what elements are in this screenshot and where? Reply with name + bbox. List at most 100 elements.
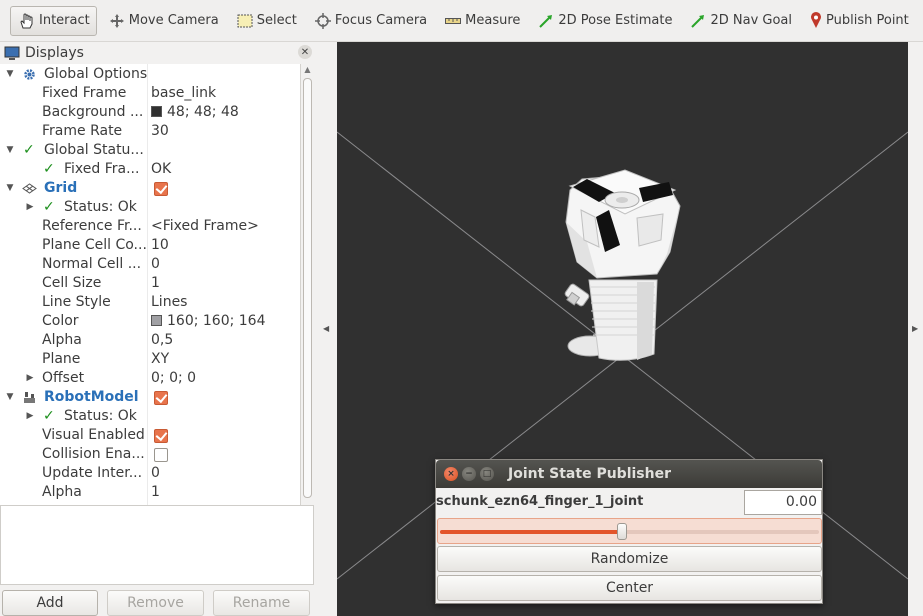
scrollbar-thumb[interactable]: [303, 78, 312, 498]
tool-interact[interactable]: Interact: [10, 5, 97, 36]
property-label: Cell Size: [42, 275, 102, 291]
collapse-arrow-icon[interactable]: ▶: [24, 198, 36, 217]
expand-arrow-icon[interactable]: ▼: [4, 65, 16, 84]
randomize-button[interactable]: Randomize: [437, 546, 822, 572]
tree-scrollbar[interactable]: ▲ ▼: [300, 64, 314, 542]
minimize-icon[interactable]: −: [462, 467, 476, 481]
move-arrows-icon: [109, 13, 124, 28]
tree-row-reference-frame[interactable]: Reference Fr... <Fixed Frame>: [0, 217, 300, 236]
rename-button[interactable]: Rename: [213, 590, 310, 616]
robot-icon: [24, 392, 35, 403]
property-value[interactable]: 48; 48; 48: [151, 103, 239, 122]
tree-row-alpha[interactable]: Alpha 0,5: [0, 331, 300, 350]
joint-slider[interactable]: [437, 518, 822, 544]
tool-focus-camera-label: Focus Camera: [334, 13, 428, 28]
close-icon[interactable]: ✕: [298, 45, 312, 59]
property-value[interactable]: 30: [151, 122, 169, 141]
property-value: OK: [151, 161, 172, 177]
tree-row-global-options[interactable]: ▼ Global Options: [0, 65, 300, 84]
close-icon[interactable]: ×: [444, 467, 458, 481]
property-value[interactable]: 160; 160; 164: [151, 312, 266, 331]
property-value[interactable]: XY: [151, 350, 169, 369]
tool-measure-label: Measure: [465, 13, 521, 28]
expand-right-icon[interactable]: ▶: [912, 324, 918, 333]
tree-row-plane-cell-count[interactable]: Plane Cell Co... 10: [0, 236, 300, 255]
gear-icon: [24, 69, 35, 80]
property-value[interactable]: Lines: [151, 293, 187, 312]
tree-row-fixed-frame[interactable]: Fixed Frame base_link: [0, 84, 300, 103]
tree-row-color[interactable]: Color 160; 160; 164: [0, 312, 300, 331]
property-label: Line Style: [42, 294, 111, 310]
tool-select[interactable]: Select: [231, 6, 303, 36]
tree-row-line-style[interactable]: Line Style Lines: [0, 293, 300, 312]
slider-handle[interactable]: [617, 523, 627, 540]
tool-publish-point[interactable]: Publish Point: [804, 6, 915, 36]
window-title: Joint State Publisher: [508, 466, 671, 482]
tree-row-offset[interactable]: ▶ Offset 0; 0; 0: [0, 369, 300, 388]
right-panel-splitter[interactable]: ▶: [908, 42, 923, 616]
joint-state-publisher-window: × − □ Joint State Publisher schunk_ezn64…: [435, 459, 823, 604]
property-value[interactable]: 0: [151, 464, 160, 483]
property-label: Fixed Frame: [42, 85, 127, 101]
property-value[interactable]: 1: [151, 483, 160, 502]
joint-value-field[interactable]: 0.00: [744, 490, 822, 515]
tool-2d-nav-goal[interactable]: 2D Nav Goal: [684, 6, 798, 36]
property-value[interactable]: 0,5: [151, 331, 173, 350]
tool-2d-pose-estimate[interactable]: 2D Pose Estimate: [532, 6, 678, 36]
property-value[interactable]: 0; 0; 0: [151, 369, 196, 388]
add-button[interactable]: Add: [2, 590, 98, 616]
property-label: Collision Ena...: [42, 446, 145, 462]
property-value[interactable]: base_link: [151, 84, 216, 103]
maximize-icon[interactable]: □: [480, 467, 494, 481]
property-value[interactable]: <Fixed Frame>: [151, 217, 259, 236]
displays-title: Displays: [25, 45, 84, 61]
robot-model-enabled-checkbox[interactable]: [154, 391, 168, 405]
tree-row-robot-alpha[interactable]: Alpha 1: [0, 483, 300, 502]
property-label: Visual Enabled: [42, 427, 145, 443]
monitor-icon: [4, 46, 20, 60]
expand-arrow-icon[interactable]: ▼: [4, 141, 16, 160]
grid-color-value: 160; 160; 164: [167, 313, 266, 329]
tree-row-global-status[interactable]: ▼ ✓ Global Statu...: [0, 141, 300, 160]
tree-row-background[interactable]: Background ... 48; 48; 48: [0, 103, 300, 122]
background-color-value: 48; 48; 48: [167, 104, 239, 120]
green-arrow-icon: [539, 14, 553, 28]
expand-arrow-icon[interactable]: ▼: [4, 179, 16, 198]
tree-row-normal-cell[interactable]: Normal Cell ... 0: [0, 255, 300, 274]
tool-focus-camera[interactable]: Focus Camera: [309, 6, 433, 36]
expand-arrow-icon[interactable]: ▼: [4, 388, 16, 407]
tree-row-frame-rate[interactable]: Frame Rate 30: [0, 122, 300, 141]
scroll-up-icon[interactable]: ▲: [301, 64, 314, 76]
property-value[interactable]: 1: [151, 274, 160, 293]
property-label: Frame Rate: [42, 123, 123, 139]
tree-row-grid-status[interactable]: ▶ ✓ Status: Ok: [0, 198, 300, 217]
window-title-bar[interactable]: × − □ Joint State Publisher: [436, 460, 822, 488]
tool-move-camera[interactable]: Move Camera: [103, 6, 225, 36]
checkmark-icon: ✓: [43, 161, 55, 177]
tree-row-plane[interactable]: Plane XY: [0, 350, 300, 369]
collapse-arrow-icon[interactable]: ▶: [24, 369, 36, 388]
tree-row-update-interval[interactable]: Update Inter... 0: [0, 464, 300, 483]
collision-enabled-checkbox[interactable]: [154, 448, 168, 462]
joint-name-label: schunk_ezn64_finger_1_joint: [436, 494, 644, 509]
tree-row-grid[interactable]: ▼ Grid: [0, 179, 300, 198]
tree-row-robot-status[interactable]: ▶ ✓ Status: Ok: [0, 407, 300, 426]
tree-row-robot-model[interactable]: ▼ RobotModel: [0, 388, 300, 407]
collapse-arrow-icon[interactable]: ▶: [24, 407, 36, 426]
grid-enabled-checkbox[interactable]: [154, 182, 168, 196]
property-value[interactable]: 10: [151, 236, 169, 255]
tool-measure[interactable]: Measure: [439, 6, 526, 36]
left-panel-splitter[interactable]: ◀: [316, 42, 337, 616]
tree-row-visual-enabled[interactable]: Visual Enabled: [0, 426, 300, 445]
collapse-left-icon[interactable]: ◀: [323, 324, 329, 333]
property-description-box: [0, 505, 314, 585]
property-label: Normal Cell ...: [42, 256, 142, 272]
remove-button[interactable]: Remove: [107, 590, 204, 616]
tree-row-cell-size[interactable]: Cell Size 1: [0, 274, 300, 293]
visual-enabled-checkbox[interactable]: [154, 429, 168, 443]
center-button[interactable]: Center: [437, 575, 822, 601]
tree-row-fixed-frame-status[interactable]: ✓ Fixed Fra... OK: [0, 160, 300, 179]
tree-row-collision-enabled[interactable]: Collision Ena...: [0, 445, 300, 464]
property-value[interactable]: 0: [151, 255, 160, 274]
property-label: Offset: [42, 370, 85, 386]
